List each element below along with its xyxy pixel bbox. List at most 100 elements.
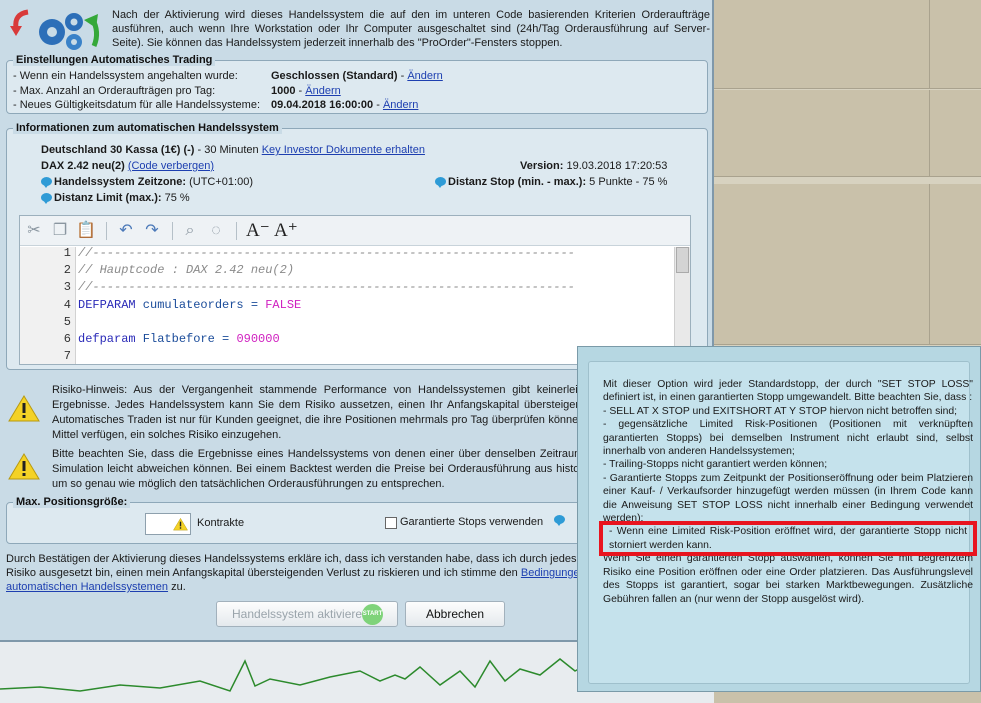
toolbar-separator	[236, 222, 237, 240]
line-number: 5	[63, 315, 71, 329]
setting-label: - Neues Gültigkeitsdatum für alle Handel…	[13, 99, 260, 111]
warning-icon	[8, 453, 40, 480]
setting-value: 09.04.2018 16:00:00	[271, 99, 374, 111]
info-bubble-icon[interactable]	[41, 177, 52, 188]
confirmation-suffix: zu.	[168, 581, 186, 593]
line-number: 6	[63, 332, 71, 346]
intro-text: Nach der Aktivierung wird dieses Handels…	[112, 9, 710, 49]
activate-button[interactable]: Handelssystem aktivieren START	[216, 601, 398, 627]
limit-distance-line: Distanz Limit (max.): 75 %	[41, 191, 190, 205]
tooltip-paragraph: - Trailing-Stopps nicht garantiert werde…	[603, 459, 828, 471]
tooltip-paragraph: - Garantierte Stopps zum Zeitpunkt der P…	[603, 472, 973, 525]
guaranteed-stops-tooltip: Mit dieser Option wird jeder Standardsto…	[577, 346, 981, 692]
system-line: DAX 2.42 neu(2) (Code verbergen)	[41, 159, 214, 173]
system-name: DAX 2.42 neu(2)	[41, 160, 125, 172]
undo-icon[interactable]: ↶	[116, 221, 136, 241]
contracts-input[interactable]	[145, 513, 191, 535]
line-number-gutter: 1 2 3 4 5 6 7	[20, 246, 76, 364]
gears-arrows-icon	[10, 9, 100, 50]
setting-label: - Max. Anzahl an Orderaufträgen pro Tag:	[13, 85, 216, 97]
guaranteed-stops-label[interactable]: Garantierte Stops verwenden	[400, 516, 543, 528]
cut-icon[interactable]: ✂	[24, 221, 44, 241]
activate-button-label: Handelssystem aktivieren	[232, 607, 369, 621]
version-value: 19.03.2018 17:20:53	[563, 160, 668, 172]
code-line: DEFPARAM cumulateorders = FALSE	[78, 298, 301, 312]
change-link[interactable]: Ändern	[407, 70, 442, 82]
setting-value: Geschlossen (Standard)	[271, 70, 398, 82]
decrease-font-icon[interactable]: A⁻	[246, 221, 270, 241]
tooltip-highlighted-paragraph: - Wenn eine Limited Risk-Position eröffn…	[599, 521, 977, 557]
background-panel-line	[714, 88, 981, 90]
timezone-line: Handelssystem Zeitzone: (UTC+01:00)	[41, 175, 253, 189]
tooltip-text: Mit dieser Option wird jeder Standardsto…	[599, 378, 977, 606]
instrument-name: Deutschland 30 Kassa (1€) (-)	[41, 144, 195, 156]
comment-icon[interactable]: ◌	[206, 221, 226, 241]
settings-group: Einstellungen Automatisches Trading - We…	[6, 54, 708, 114]
code-variable: cumulateorders =	[135, 298, 266, 312]
settings-title: Einstellungen Automatisches Trading	[13, 54, 216, 66]
scrollbar-thumb[interactable]	[676, 247, 689, 273]
line-number: 7	[63, 349, 71, 363]
intro-section: Nach der Aktivierung wird dieses Handels…	[4, 4, 710, 56]
increase-font-icon[interactable]: A⁺	[274, 221, 298, 241]
code-keyword: defparam	[78, 332, 136, 346]
search-icon[interactable]: ⌕	[180, 221, 200, 241]
code-value: 090000	[236, 332, 280, 346]
redo-icon[interactable]: ↷	[142, 221, 162, 241]
tooltip-paragraph: - SELL AT X STOP und EXITSHORT AT Y STOP…	[603, 405, 958, 417]
timezone-label: Handelssystem Zeitzone:	[54, 176, 187, 188]
code-keyword: DEFPARAM	[78, 298, 136, 312]
change-link[interactable]: Ändern	[383, 99, 418, 111]
code-line: defparam Flatbefore = 090000	[78, 332, 280, 346]
kid-docs-link[interactable]: Key Investor Dokumente erhalten	[262, 144, 425, 156]
background-panel-line	[714, 176, 981, 184]
copy-icon[interactable]: ❐	[50, 221, 70, 241]
code-line: //--------------------------------------…	[78, 280, 575, 294]
code-editor[interactable]: ✂ ❐ 📋 ↶ ↷ ⌕ ◌ A⁻ A⁺ 1 2 3 4 5 6 7 //----…	[19, 215, 691, 365]
guaranteed-stops-checkbox[interactable]	[385, 517, 397, 529]
code-line: //--------------------------------------…	[78, 246, 575, 260]
limit-distance-value: 75 %	[161, 192, 190, 204]
version-label: Version:	[520, 160, 564, 172]
code-value: FALSE	[265, 298, 302, 312]
setting-label: - Wenn ein Handelssystem angehalten wurd…	[13, 70, 238, 82]
timezone-value: (UTC+01:00)	[186, 176, 253, 188]
info-group: Informationen zum automatischen Handelss…	[6, 122, 708, 370]
hide-code-link[interactable]: (Code verbergen)	[128, 160, 214, 172]
tooltip-paragraph: - gegensätzliche Limited Risk-Positionen…	[603, 419, 973, 458]
info-title: Informationen zum automatischen Handelss…	[13, 122, 282, 134]
toolbar-separator	[106, 222, 107, 240]
editor-toolbar: ✂ ❐ 📋 ↶ ↷ ⌕ ◌ A⁻ A⁺	[20, 216, 690, 246]
info-bubble-icon[interactable]	[41, 193, 52, 204]
instrument-line: Deutschland 30 Kassa (1€) (-) - 30 Minut…	[41, 143, 425, 157]
setting-separator: -	[397, 70, 408, 82]
code-variable: Flatbefore =	[135, 332, 237, 346]
stop-distance-line: Distanz Stop (min. - max.): 5 Punkte - 7…	[435, 175, 667, 189]
setting-separator: -	[373, 99, 383, 111]
change-link[interactable]: Ändern	[305, 85, 340, 97]
version-line: Version: 19.03.2018 17:20:53	[520, 159, 667, 173]
warning-icon	[8, 395, 40, 422]
stop-distance-label: Distanz Stop (min. - max.):	[448, 176, 587, 188]
line-number: 2	[63, 263, 71, 277]
max-position-title: Max. Positionsgröße:	[13, 496, 131, 508]
input-warning-icon	[173, 517, 188, 531]
limit-distance-label: Distanz Limit (max.):	[54, 192, 162, 204]
timeframe: - 30 Minuten	[194, 144, 262, 156]
line-number: 1	[63, 246, 71, 260]
tooltip-body: Mit dieser Option wird jeder Standardsto…	[588, 361, 977, 684]
code-line: // Hauptcode : DAX 2.42 neu(2)	[78, 263, 295, 277]
tooltip-paragraph: Wenn Sie einen garantierten Stopp auswäh…	[603, 553, 973, 605]
contracts-label: Kontrakte	[197, 517, 245, 529]
setting-value: 1000	[271, 85, 296, 97]
info-bubble-icon[interactable]	[554, 515, 565, 526]
start-icon: START	[362, 604, 383, 625]
paste-icon[interactable]: 📋	[76, 221, 96, 241]
tooltip-paragraph: Mit dieser Option wird jeder Standardsto…	[603, 379, 973, 404]
setting-separator: -	[295, 85, 306, 97]
line-number: 3	[63, 280, 71, 294]
toolbar-separator	[172, 222, 173, 240]
line-number: 4	[63, 298, 71, 312]
cancel-button[interactable]: Abbrechen	[405, 601, 505, 627]
info-bubble-icon[interactable]	[435, 177, 446, 188]
